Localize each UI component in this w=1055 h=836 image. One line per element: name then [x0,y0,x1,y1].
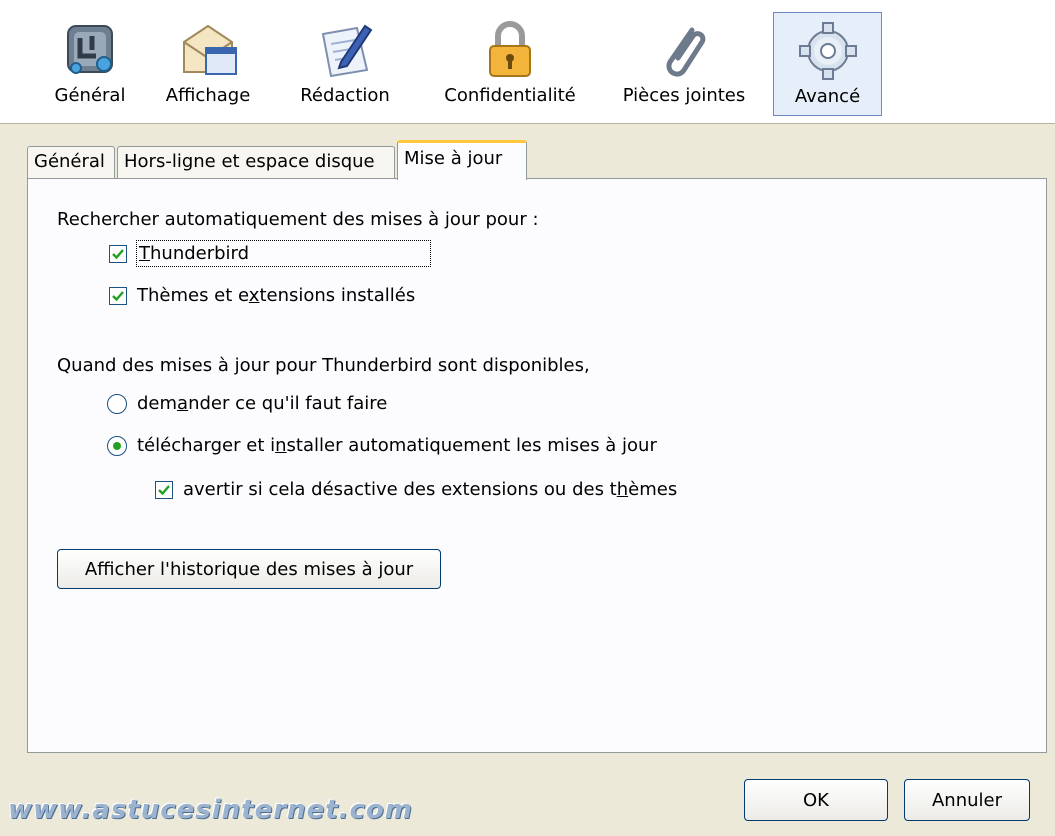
themes-extensions-label: Thèmes et extensions installés [137,285,416,306]
auto-check-heading: Rechercher automatiquement des mises à j… [57,209,539,230]
tab-offline-label: Hors-ligne et espace disque [124,151,375,172]
auto-install-radio-label: télécharger et installer automatiquement… [137,435,657,456]
auto-install-radio[interactable] [107,435,127,456]
paperclip-icon [666,27,706,77]
radio-ask-row[interactable]: demander ce qu'il faut faire [107,393,387,414]
radio-auto-row[interactable]: télécharger et installer automatiquement… [107,435,657,456]
cancel-button[interactable]: Annuler [904,779,1030,821]
toolbar-general-button[interactable]: Général [38,12,142,116]
toolbar-advanced-button[interactable]: Avancé [773,12,882,116]
preferences-toolbar: Général Affichage Rédaction Confidential… [0,0,1055,124]
ask-radio-label: demander ce qu'il faut faire [137,393,388,414]
ask-radio[interactable] [107,393,127,414]
tab-updates-label: Mise à jour [404,148,503,169]
toolbar-attachments-label: Pièces jointes [622,85,746,106]
radio-selected-dot [113,441,121,450]
when-available-heading: Quand des mises à jour pour Thunderbird … [57,355,590,376]
padlock-icon [489,21,531,77]
toolbar-general-label: Général [54,85,126,106]
envelope-window-icon [183,24,237,75]
checkmark-icon [158,484,170,495]
check-warn-row[interactable]: avertir si cela désactive des extensions… [155,479,677,500]
toolbar-separator [0,123,1055,124]
toolbar-composition-button[interactable]: Rédaction [290,12,400,116]
warn-checkbox-label: avertir si cela désactive des extensions… [183,479,678,500]
tab-general-label: Général [34,151,105,172]
tab-offline-disk-space[interactable]: Hors-ligne et espace disque [117,146,395,178]
pen-paper-icon [321,24,373,78]
check-thunderbird-row[interactable]: Thunderbird [109,240,431,267]
checkmark-icon [112,290,124,301]
thunderbird-checkbox-label: Thunderbird [136,240,431,267]
toolbar-privacy-label: Confidentialité [444,85,576,106]
watermark-text: www.astucesinternet.com [8,795,413,825]
toolbar-display-button[interactable]: Affichage [152,12,264,116]
toolbar-composition-label: Rédaction [300,85,390,106]
checkmark-icon [112,248,124,259]
check-themes-row[interactable]: Thèmes et extensions installés [109,285,415,306]
updates-panel: Rechercher automatiquement des mises à j… [27,178,1047,753]
toolbar-attachments-button[interactable]: Pièces jointes [610,12,758,116]
general-icon [67,25,113,74]
thunderbird-checkbox[interactable] [109,244,127,263]
show-update-history-button[interactable]: Afficher l'historique des mises à jour [57,549,441,589]
gear-icon [798,22,857,80]
themes-extensions-checkbox[interactable] [109,286,127,305]
toolbar-privacy-button[interactable]: Confidentialité [432,12,588,116]
toolbar-display-label: Affichage [165,85,251,106]
toolbar-advanced-label: Avancé [794,86,861,107]
ok-button[interactable]: OK [744,779,888,821]
tab-updates[interactable]: Mise à jour [397,140,527,180]
warn-checkbox[interactable] [155,480,173,499]
tab-general[interactable]: Général [27,146,115,178]
